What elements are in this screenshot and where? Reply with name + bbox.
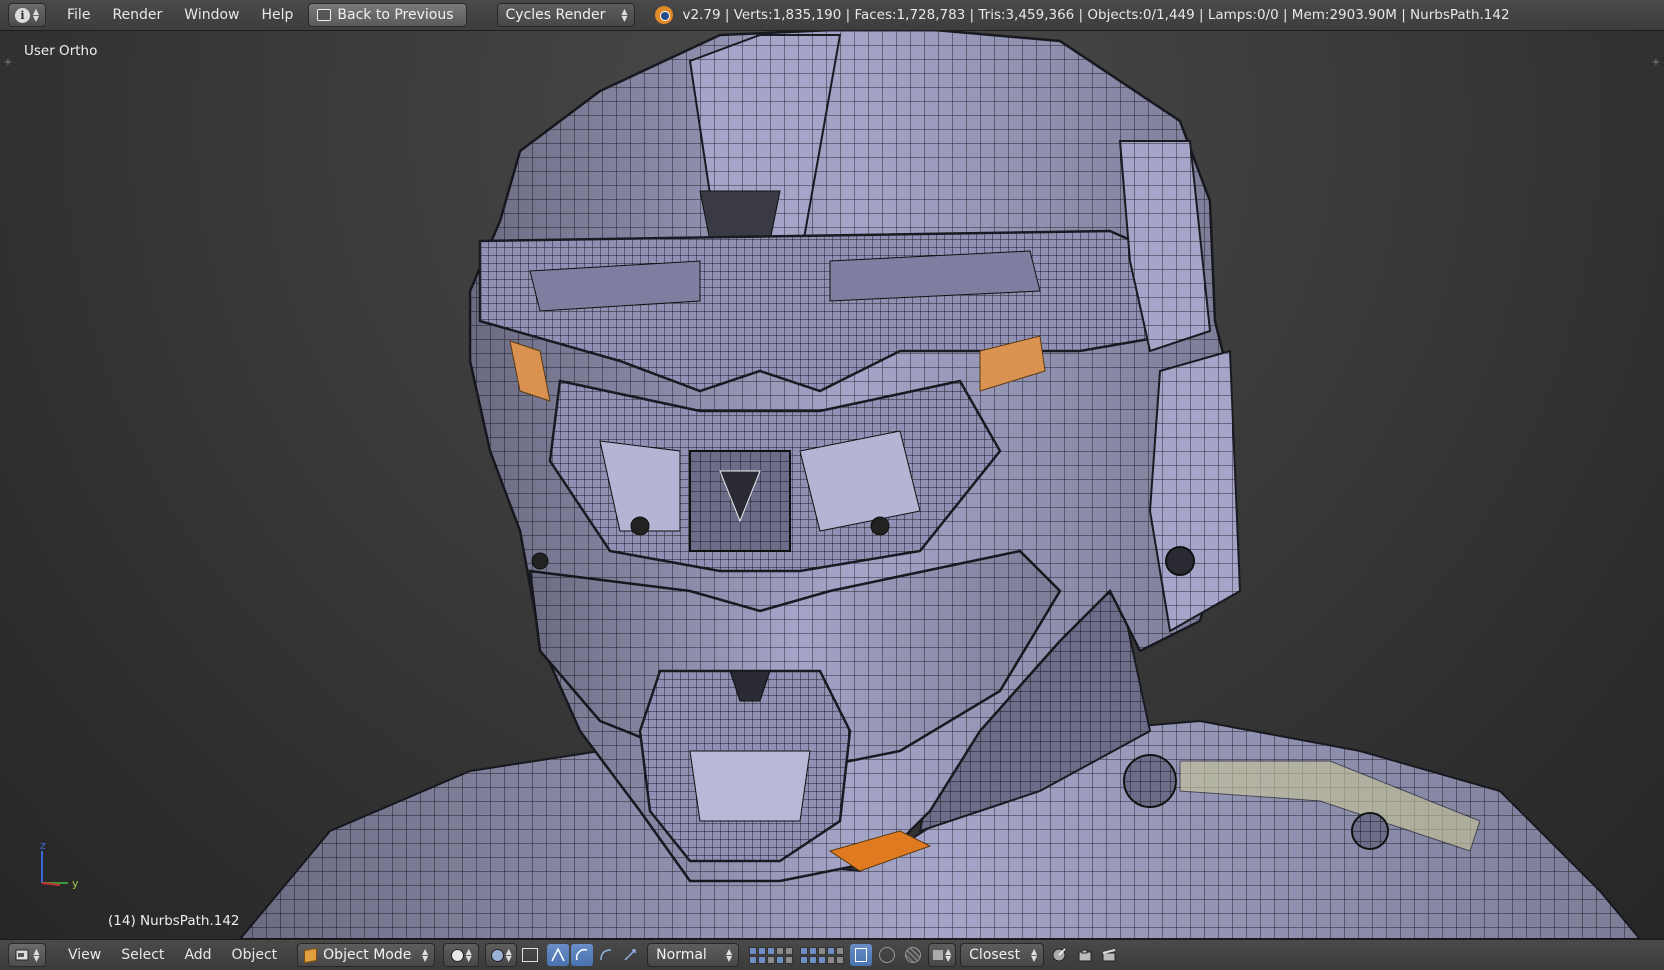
manipulator-toggle[interactable]	[519, 944, 541, 966]
axis-y-label: y	[72, 877, 79, 890]
snap-element-icon	[933, 950, 944, 960]
updown-arrows-icon: ▲ ▼	[505, 947, 512, 963]
translate-manipulator-button[interactable]	[547, 944, 570, 966]
updown-arrows-icon: ▲ ▼	[32, 7, 40, 23]
active-object-label: (14) NurbsPath.142	[108, 913, 240, 929]
menu-file[interactable]: File	[56, 7, 101, 23]
interaction-mode-label: Object Mode	[323, 947, 412, 963]
snap-target-select[interactable]: Closest ▲ ▼	[960, 943, 1045, 967]
solid-shading-icon	[450, 948, 464, 962]
updown-arrows-icon: ▲ ▼	[33, 947, 40, 963]
editor-type-button[interactable]: ▲ ▼	[8, 943, 46, 967]
arc-manipulator-button[interactable]	[595, 944, 617, 966]
render-opengl-animation-button[interactable]	[1098, 944, 1120, 966]
pivot-point-select[interactable]: ▲ ▼	[485, 943, 518, 967]
axis-z-label: z	[40, 841, 46, 852]
layer-grid-1[interactable]	[749, 946, 794, 964]
snap-toggle-button[interactable]	[902, 944, 924, 966]
camera-icon	[1078, 949, 1092, 962]
menu-object[interactable]: Object	[222, 947, 288, 963]
updown-arrows-icon: ▲ ▼	[465, 947, 472, 963]
menu-select[interactable]: Select	[111, 947, 174, 963]
updown-arrows-icon: ▲ ▼	[945, 947, 952, 963]
region-toggle-left-icon[interactable]: +	[2, 57, 14, 69]
render-engine-select[interactable]: Cycles Render ▲ ▼	[496, 3, 635, 27]
layer-lock-icon	[855, 948, 868, 962]
3d-viewport[interactable]: User Ortho + + z y (14) NurbsPath.142	[0, 31, 1664, 939]
rotate-manipulator-button[interactable]	[571, 944, 594, 966]
3d-view-icon	[15, 949, 29, 961]
snap-icon	[905, 947, 922, 963]
interaction-mode-select[interactable]: Object Mode ▲ ▼	[297, 943, 436, 967]
arc-icon	[600, 949, 612, 961]
transform-orientation-select[interactable]: Normal ▲ ▼	[647, 943, 740, 967]
editor-type-button[interactable]: i ▲ ▼	[8, 3, 46, 27]
view-menu-bar: View Select Add Object	[58, 947, 287, 963]
layer-grid-2[interactable]	[800, 946, 845, 964]
menu-view[interactable]: View	[58, 947, 111, 963]
info-icon: i	[14, 7, 30, 23]
render-engine-label: Cycles Render	[505, 7, 606, 23]
snap-align-icon	[1052, 948, 1066, 962]
scale-icon	[624, 949, 636, 961]
clapperboard-icon	[1102, 949, 1116, 962]
menu-render[interactable]: Render	[101, 7, 173, 23]
transform-orientation-label: Normal	[656, 947, 707, 963]
view-label: User Ortho	[24, 43, 98, 59]
region-toggle-right-icon[interactable]: +	[1650, 57, 1662, 69]
snap-element-select[interactable]: ▲ ▼	[928, 943, 957, 967]
scale-manipulator-button[interactable]	[619, 944, 641, 966]
layer-buttons[interactable]	[749, 946, 845, 964]
menu-help[interactable]: Help	[250, 7, 304, 23]
object-mode-icon	[304, 947, 318, 963]
info-header: i ▲ ▼ File Render Window Help Back to Pre…	[0, 0, 1664, 31]
blender-logo-icon	[654, 6, 673, 24]
viewport-shading-select[interactable]: ▲ ▼	[443, 943, 480, 967]
menu-add[interactable]: Add	[174, 947, 221, 963]
snap-align-button[interactable]	[1048, 944, 1070, 966]
render-opengl-image-button[interactable]	[1074, 944, 1096, 966]
axis-gizmo: z y	[40, 841, 79, 890]
back-to-previous-button[interactable]: Back to Previous	[308, 3, 467, 27]
updown-arrows-icon: ▲ ▼	[621, 7, 628, 23]
scene-stats: v2.79 | Verts:1,835,190 | Faces:1,728,78…	[682, 7, 1510, 23]
manipulator-icon	[522, 948, 539, 962]
pivot-icon	[490, 948, 504, 962]
proportional-edit-button[interactable]	[876, 944, 898, 966]
updown-arrows-icon: ▲ ▼	[1031, 947, 1038, 963]
rotate-icon	[576, 948, 588, 961]
translate-icon	[551, 947, 565, 962]
main-menu: File Render Window Help	[56, 7, 304, 23]
proportional-edit-icon	[879, 947, 896, 963]
lock-camera-layer-button[interactable]	[850, 944, 873, 966]
armored-helmet-model	[238, 31, 1642, 939]
updown-arrows-icon: ▲ ▼	[422, 947, 429, 963]
back-to-previous-label: Back to Previous	[337, 7, 454, 23]
snap-target-label: Closest	[969, 947, 1021, 963]
screen-back-icon	[317, 9, 332, 21]
updown-arrows-icon: ▲ ▼	[726, 947, 733, 963]
3d-view-header: ▲ ▼ View Select Add Object Object Mode ▲ ▼…	[0, 939, 1664, 970]
menu-window[interactable]: Window	[173, 7, 250, 23]
